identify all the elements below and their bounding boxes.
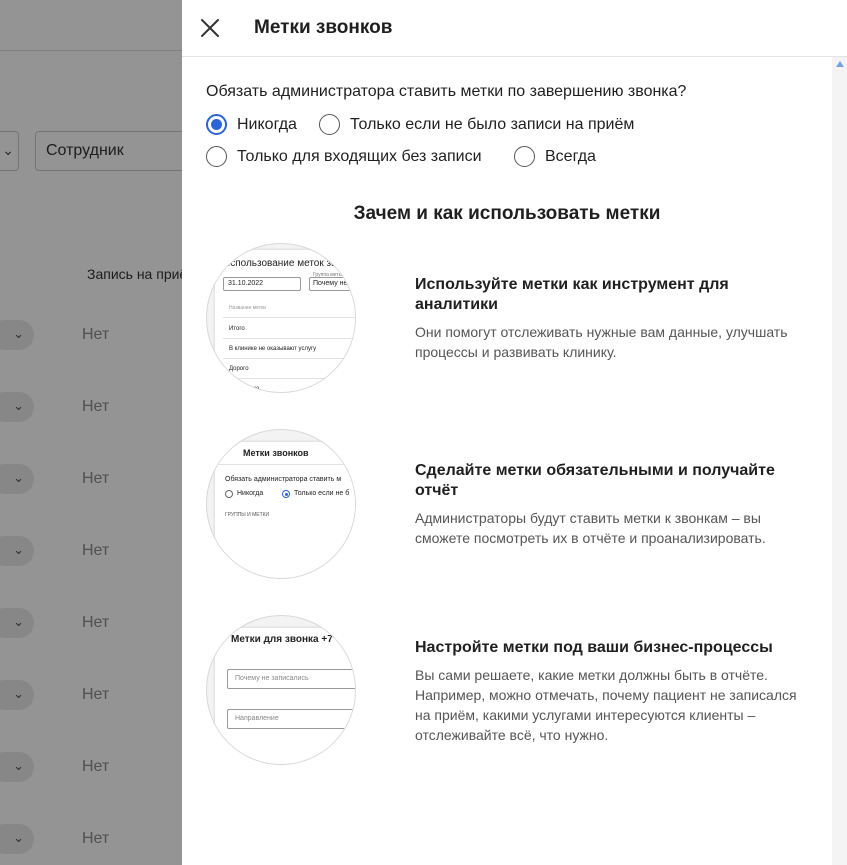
mini-heading: Метки для звонка +7 — [231, 634, 333, 645]
feature-illustration-custom: Метки для звонка +7 Почему не записались… — [206, 615, 356, 765]
mini-divider — [223, 358, 355, 359]
feature-description: Они помогут отслеживать нужные вам данны… — [415, 324, 788, 360]
radio-circle[interactable] — [319, 114, 340, 135]
radio-no-appointment[interactable]: Только если не было записи на приём — [319, 114, 634, 135]
radio-circle[interactable] — [206, 146, 227, 167]
mini-date: 31.10.2022 — [228, 280, 264, 287]
drawer-title: Метки звонков — [254, 17, 393, 38]
radio-always[interactable]: Всегда — [514, 146, 596, 167]
mini-field-placeholder: Направление — [235, 715, 279, 722]
radio-label: Никогда — [237, 115, 297, 133]
mini-heading: Использование меток звон — [223, 258, 348, 269]
mini-tags-screenshot: Метки для звонка +7 Почему не записались… — [215, 628, 355, 764]
mini-radio — [282, 490, 290, 498]
call-tags-drawer: Метки звонков Обязать администратора ста… — [182, 0, 847, 865]
feature-description: Вы сами решаете, какие метки должны быть… — [415, 667, 797, 743]
mini-groups-label: ГРУППЫ И МЕТКИ — [225, 512, 270, 518]
mini-radio-label: Никогда — [237, 490, 264, 497]
feature-title: Сделайте метки обязательными и получайте… — [415, 462, 775, 499]
feature-description: Администраторы будут ставить метки к зво… — [415, 510, 766, 546]
scrollbar[interactable] — [832, 57, 847, 865]
mini-close-icon: ✕ — [219, 447, 228, 458]
radio-never[interactable]: Никогда — [206, 114, 297, 135]
scroll-up-arrow-icon[interactable] — [836, 61, 844, 67]
mini-divider — [223, 317, 355, 318]
radio-label: Всегда — [545, 147, 596, 165]
section-title: Зачем и как использовать метки — [353, 203, 661, 224]
mini-group-value: Почему не з — [313, 280, 353, 287]
mini-row: Итого — [229, 326, 245, 332]
feature-illustration-mandatory: ✕ Метки звонков Обязать администратора с… — [206, 429, 356, 579]
feature-title: Настройте метки под ваши бизнес-процессы — [415, 639, 773, 656]
radio-incoming-without-appointment[interactable]: Только для входящих без записи — [206, 146, 482, 167]
radio-circle[interactable] — [514, 146, 535, 167]
radio-label: Только для входящих без записи — [237, 147, 482, 165]
mini-report-screenshot: Использование меток звон 31.10.2022 Груп… — [215, 250, 355, 392]
mini-row: Дорого — [229, 366, 249, 372]
close-button[interactable] — [198, 16, 222, 40]
feature-title: Используйте метки как инструмент для ана… — [415, 276, 729, 313]
mini-row: ... рекламе — [229, 386, 260, 392]
feature-illustration-analytics: Использование меток звон 31.10.2022 Груп… — [206, 243, 356, 393]
mandatory-tags-question: Обязать администратора ставить метки по … — [206, 83, 687, 100]
mini-divider — [223, 378, 355, 379]
drawer-header: Метки звонков — [182, 0, 847, 57]
radio-label: Только если не было записи на приём — [350, 115, 635, 133]
mini-divider — [223, 338, 355, 339]
mini-row: В клинике не оказывают услугу — [229, 346, 317, 352]
mini-heading: Метки звонков — [243, 448, 309, 458]
mini-drawer-screenshot: ✕ Метки звонков Обязать администратора с… — [215, 442, 355, 578]
mini-divider — [215, 464, 355, 465]
mini-question: Обязать администратора ставить м — [225, 476, 342, 483]
close-icon — [201, 19, 219, 37]
mini-field-placeholder: Почему не записались — [235, 675, 309, 682]
mini-radio — [225, 490, 233, 498]
mini-radio-label: Только если не б — [294, 490, 350, 497]
mini-column-label: Название метки — [229, 305, 267, 311]
radio-circle[interactable] — [206, 114, 227, 135]
